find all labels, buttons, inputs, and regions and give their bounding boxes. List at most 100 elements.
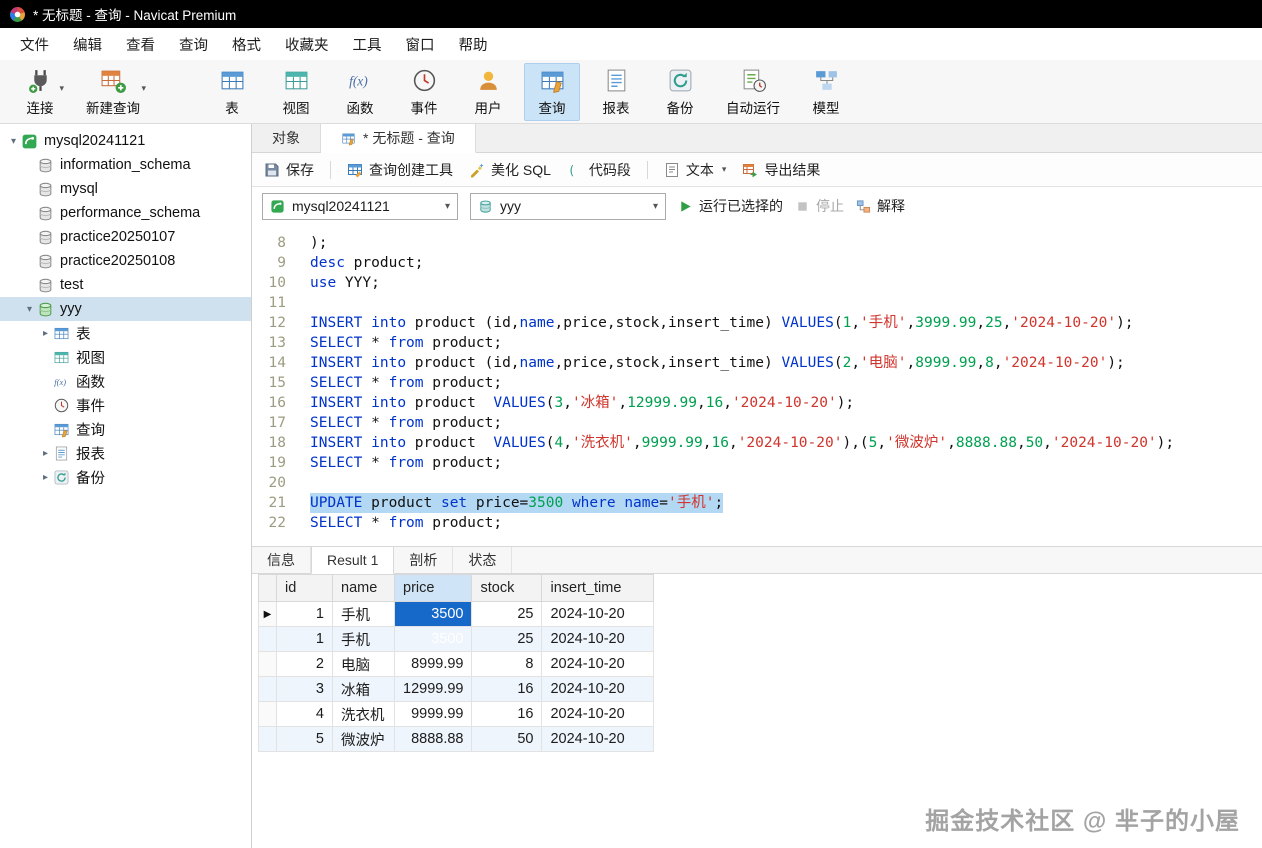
menu-favorites[interactable]: 收藏夹 (273, 29, 341, 60)
expand-arrow-icon[interactable]: ▸ (38, 472, 53, 483)
cell-id[interactable]: 1 (276, 601, 333, 627)
editor-line-17[interactable]: 17 SELECT * from product; (252, 413, 1262, 433)
run-selected-button[interactable]: 运行已选择的 (678, 196, 783, 216)
result-tab-profile[interactable]: 剖析 (394, 547, 454, 573)
cell-name[interactable]: 冰箱 (332, 676, 395, 702)
toolbar-user-button[interactable]: 用户 (460, 63, 516, 121)
toolbar-function-button[interactable]: f(x) 函数 (332, 63, 388, 121)
text-button[interactable]: 文本 ▾ (664, 160, 726, 180)
tree-item-db-test[interactable]: test (0, 273, 251, 297)
cell-name[interactable]: 手机 (332, 626, 395, 652)
cell-stock[interactable]: 16 (471, 676, 543, 702)
connection-select[interactable]: mysql20241121 ▾ (262, 192, 458, 220)
menu-edit[interactable]: 编辑 (61, 29, 114, 60)
tab-objects[interactable]: 对象 (252, 124, 321, 152)
column-header-price[interactable]: price (393, 574, 473, 602)
cell-id[interactable]: 5 (276, 726, 333, 752)
cell-id[interactable]: 2 (276, 651, 333, 677)
tree-item-db-performance-schema[interactable]: performance_schema (0, 201, 251, 225)
editor-line-10[interactable]: 10 use YYY; (252, 273, 1262, 293)
cell-insert_time[interactable]: 2024-10-20 (541, 676, 655, 702)
cell-stock[interactable]: 25 (471, 601, 543, 627)
table-row[interactable]: 3 冰箱 12999.99 16 2024-10-20 (258, 676, 655, 702)
expand-arrow-icon[interactable]: ▸ (38, 328, 53, 339)
toolbar-connection-button[interactable]: ▾ 连接 (12, 63, 68, 121)
toolbar-new-query-button[interactable]: ▾ 新建查询 (76, 63, 150, 121)
collapse-arrow-icon[interactable]: ▾ (22, 304, 37, 315)
tree-item-db-information-schema[interactable]: information_schema (0, 153, 251, 177)
tree-item-db-practice20250108[interactable]: practice20250108 (0, 249, 251, 273)
expand-arrow-icon[interactable]: ▸ (38, 448, 53, 459)
collapse-arrow-icon[interactable]: ▾ (6, 136, 21, 147)
menu-view[interactable]: 查看 (114, 29, 167, 60)
code-snippet-button[interactable]: ( ) 代码段 (567, 160, 631, 180)
editor-line-15[interactable]: 15 SELECT * from product; (252, 373, 1262, 393)
menu-help[interactable]: 帮助 (447, 29, 500, 60)
tree-item-db-practice20250107[interactable]: practice20250107 (0, 225, 251, 249)
table-row[interactable]: 4 洗衣机 9999.99 16 2024-10-20 (258, 701, 655, 727)
cell-insert_time[interactable]: 2024-10-20 (541, 651, 655, 677)
sql-editor[interactable]: 8); 9 desc product; 10 use YYY; 11 12 INSERT in… (252, 225, 1262, 547)
beautify-sql-button[interactable]: 美化 SQL (469, 160, 551, 180)
cell-id[interactable]: 4 (276, 701, 333, 727)
dropdown-caret-icon[interactable]: ▾ (141, 83, 146, 94)
editor-line-9[interactable]: 9 desc product; (252, 253, 1262, 273)
cell-stock[interactable]: 8 (471, 651, 543, 677)
editor-line-18[interactable]: 18 INSERT into product VALUES(4,'洗衣机',999… (252, 433, 1262, 453)
tree-item-yyy-functions[interactable]: f(x) 函数 (0, 369, 251, 393)
table-row[interactable]: 2 电脑 8999.99 8 2024-10-20 (258, 651, 655, 677)
editor-line-14[interactable]: 14 INSERT into product (id,name,price,sto… (252, 353, 1262, 373)
toolbar-model-button[interactable]: 模型 (798, 63, 854, 121)
cell-stock[interactable]: 16 (471, 701, 543, 727)
table-row[interactable]: 5 微波炉 8888.88 50 2024-10-20 (258, 726, 655, 752)
toolbar-table-button[interactable]: 表 (204, 63, 260, 121)
tree-item-db-yyy[interactable]: ▾ yyy (0, 297, 251, 321)
query-builder-button[interactable]: 查询创建工具 (347, 160, 453, 180)
tree-item-yyy-backups[interactable]: ▸ 备份 (0, 465, 251, 489)
cell-price[interactable]: 12999.99 (393, 676, 473, 702)
menu-file[interactable]: 文件 (8, 29, 61, 60)
table-row[interactable]: 1 手机 3500 25 2024-10-20 (258, 626, 655, 652)
export-result-button[interactable]: 导出结果 (742, 160, 820, 180)
database-select[interactable]: yyy ▾ (470, 192, 666, 220)
toolbar-event-button[interactable]: 事件 (396, 63, 452, 121)
editor-line-8[interactable]: 8); (252, 233, 1262, 253)
cell-id[interactable]: 3 (276, 676, 333, 702)
column-header-insert_time[interactable]: insert_time (541, 574, 655, 602)
result-tab-status[interactable]: 状态 (453, 547, 513, 573)
cell-price[interactable]: 8888.88 (393, 726, 473, 752)
cell-stock[interactable]: 50 (471, 726, 543, 752)
menu-query[interactable]: 查询 (167, 29, 220, 60)
editor-line-22[interactable]: 22 SELECT * from product; (252, 513, 1262, 533)
cell-name[interactable]: 洗衣机 (332, 701, 395, 727)
cell-stock[interactable]: 25 (471, 626, 543, 652)
menu-window[interactable]: 窗口 (394, 29, 447, 60)
tree-item-yyy-views[interactable]: 视图 (0, 345, 251, 369)
toolbar-backup-button[interactable]: 备份 (652, 63, 708, 121)
tree-item-yyy-events[interactable]: 事件 (0, 393, 251, 417)
editor-line-13[interactable]: 13 SELECT * from product; (252, 333, 1262, 353)
result-tab-result-1[interactable]: Result 1 (311, 547, 395, 574)
explain-button[interactable]: 解释 (856, 196, 905, 216)
column-header-name[interactable]: name (332, 574, 395, 602)
editor-line-12[interactable]: 12 INSERT into product (id,name,price,sto… (252, 313, 1262, 333)
save-button[interactable]: 保存 (264, 160, 314, 180)
dropdown-caret-icon[interactable]: ▾ (59, 83, 64, 94)
editor-line-20[interactable]: 20 (252, 473, 1262, 493)
cell-insert_time[interactable]: 2024-10-20 (541, 626, 655, 652)
cell-price[interactable]: 8999.99 (393, 651, 473, 677)
cell-insert_time[interactable]: 2024-10-20 (541, 701, 655, 727)
editor-line-19[interactable]: 19 SELECT * from product; (252, 453, 1262, 473)
cell-name[interactable]: 手机 (332, 601, 395, 627)
toolbar-view-button[interactable]: 视图 (268, 63, 324, 121)
tree-item-yyy-reports[interactable]: ▸ 报表 (0, 441, 251, 465)
editor-line-21[interactable]: 21 UPDATE product set price=3500 where na… (252, 493, 1262, 513)
column-header-id[interactable]: id (276, 574, 333, 602)
cell-price[interactable]: 3500 (393, 601, 473, 627)
tree-item-yyy-tables[interactable]: ▸ 表 (0, 321, 251, 345)
cell-price[interactable]: 3500 (393, 626, 473, 652)
cell-insert_time[interactable]: 2024-10-20 (541, 601, 655, 627)
cell-id[interactable]: 1 (276, 626, 333, 652)
toolbar-report-button[interactable]: 报表 (588, 63, 644, 121)
cell-name[interactable]: 微波炉 (332, 726, 395, 752)
